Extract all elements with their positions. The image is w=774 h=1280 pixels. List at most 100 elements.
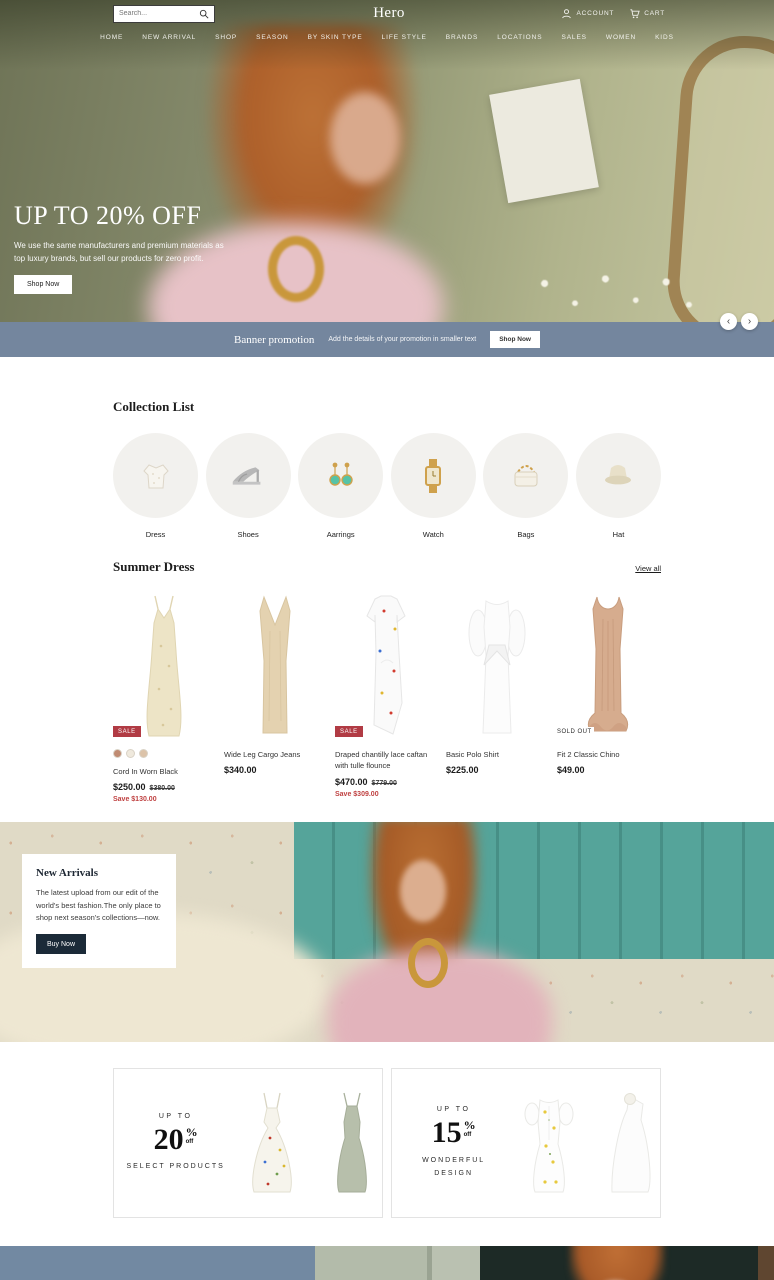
collection-item-hat[interactable]: Hat (576, 433, 661, 539)
hero-shop-now-button[interactable]: Shop Now (14, 275, 72, 294)
collection-item-dress[interactable]: Dress (113, 433, 198, 539)
cart-button[interactable]: CART (629, 8, 665, 19)
product-card-fit-2-classic-chino[interactable]: SOLD OUT Fit 2 Classic Chino $49.00 (557, 585, 659, 803)
up-to-label: UP TO (392, 1106, 515, 1113)
view-all-link[interactable]: View all (635, 564, 661, 573)
cart-label: CART (644, 10, 665, 17)
nav-item-season[interactable]: SEASON (256, 34, 289, 41)
heel-sandal-icon (227, 456, 269, 496)
discount-figure: 20 % off (114, 1126, 237, 1155)
product-title[interactable]: Cord In Worn Black (113, 766, 215, 777)
buy-now-button[interactable]: Buy Now (36, 934, 86, 954)
hero-carousel-controls: ‹ › (720, 313, 758, 330)
product-title[interactable]: Basic Polo Shirt (446, 749, 548, 760)
nav-item-shop[interactable]: SHOP (215, 34, 237, 41)
promo-card-images (237, 1088, 382, 1198)
compare-at-price: $779.00 (372, 780, 397, 787)
price-row: $225.00 (446, 765, 548, 775)
product-grid: SALE Cord In Worn Black $250.00 $380.00 … (113, 585, 661, 803)
carousel-next-button[interactable]: › (741, 313, 758, 330)
sale-badge: SALE (113, 726, 141, 737)
search-input[interactable] (119, 10, 199, 17)
swatch-row (113, 749, 215, 758)
cart-icon (629, 8, 640, 19)
account-button[interactable]: ACCOUNT (561, 8, 614, 19)
product-image[interactable] (224, 585, 326, 741)
product-image[interactable]: SALE (113, 585, 215, 741)
product-image[interactable]: SOLD OUT (557, 585, 659, 741)
nav-item-new-arrival[interactable]: NEW ARRIVAL (142, 34, 196, 41)
color-swatch[interactable] (139, 749, 148, 758)
percent-value: 15 (432, 1119, 462, 1148)
white-gown-image (600, 1088, 658, 1198)
collection-item-bags[interactable]: Bags (483, 433, 568, 539)
product-image[interactable] (446, 585, 548, 741)
account-label: ACCOUNT (576, 10, 614, 17)
collection-item-shoes[interactable]: Shoes (206, 433, 291, 539)
teal-headboard (294, 822, 774, 958)
summer-dress-title: Summer Dress (113, 559, 195, 575)
collection-item-watch[interactable]: Watch (391, 433, 476, 539)
chevron-right-icon: › (748, 317, 751, 327)
search-icon[interactable] (199, 9, 209, 19)
search-box[interactable] (113, 5, 215, 23)
nav-item-locations[interactable]: LOCATIONS (497, 34, 542, 41)
new-arrivals-section: New Arrivals The latest upload from our … (0, 822, 774, 1042)
promo-card-caption: SELECT PRODUCTS (114, 1161, 237, 1174)
section-header: Summer Dress View all (113, 559, 661, 575)
collection-item-aarrings[interactable]: Aarrings (298, 433, 383, 539)
nav-item-women[interactable]: WOMEN (606, 34, 636, 41)
site-logo[interactable]: Hero (373, 5, 405, 22)
hero-title: UP TO 20% OFF (14, 201, 246, 231)
blouse-icon (136, 456, 176, 496)
collection-label: Watch (391, 530, 476, 539)
product-card-draped-chantilly-caftan[interactable]: SALE Draped chantilly lace caftan with t… (335, 585, 437, 803)
collection-label: Aarrings (298, 530, 383, 539)
nav-item-brands[interactable]: BRANDS (446, 34, 479, 41)
promo-card-wonderful-design[interactable]: UP TO 15 % off WONDERFUL DESIGN (391, 1068, 661, 1218)
color-swatch[interactable] (126, 749, 135, 758)
hero-copy: UP TO 20% OFF We use the same manufactur… (14, 201, 246, 294)
product-title[interactable]: Fit 2 Classic Chino (557, 749, 659, 760)
product-card-basic-polo-shirt[interactable]: Basic Polo Shirt $225.00 (446, 585, 548, 803)
discount-figure: 15 % off (392, 1119, 515, 1148)
product-image[interactable]: SALE (335, 585, 437, 741)
promo-strip-shop-now-button[interactable]: Shop Now (490, 331, 540, 348)
product-price: $49.00 (557, 765, 585, 775)
nav-item-life-style[interactable]: LIFE STYLE (382, 34, 427, 41)
nav-item-home[interactable]: HOME (100, 34, 123, 41)
collection-thumb (206, 433, 291, 518)
nav-item-sales[interactable]: SALES (561, 34, 586, 41)
summer-dress-section: Summer Dress View all SALE (113, 539, 661, 803)
gold-necklace (268, 236, 324, 302)
compare-at-price: $380.00 (150, 785, 175, 792)
nav-item-by-skin-type[interactable]: BY SKIN TYPE (308, 34, 363, 41)
product-price: $340.00 (224, 765, 257, 775)
promo-cards-row: UP TO 20 % off SELECT PRODUCTS (113, 1068, 661, 1218)
save-amount: Save $309.00 (335, 791, 379, 798)
up-to-label: UP TO (114, 1113, 237, 1120)
carousel-prev-button[interactable]: ‹ (720, 313, 737, 330)
model-face (400, 860, 446, 922)
bucket-hat-icon (598, 456, 638, 496)
collection-label: Dress (113, 530, 198, 539)
storefront-page: Hero ACCOUNT CART (0, 0, 774, 1280)
product-title[interactable]: Draped chantilly lace caftan with tulle … (335, 749, 437, 772)
product-title[interactable]: Wide Leg Cargo Jeans (224, 749, 326, 760)
top-header: Hero ACCOUNT CART (113, 0, 665, 27)
off-label: off (186, 1139, 194, 1145)
off-label: off (464, 1132, 472, 1138)
product-card-cord-in-worn-black[interactable]: SALE Cord In Worn Black $250.00 $380.00 … (113, 585, 215, 803)
main-navigation: HOME NEW ARRIVAL SHOP SEASON BY SKIN TYP… (0, 27, 774, 48)
promo-card-select-products[interactable]: UP TO 20 % off SELECT PRODUCTS (113, 1068, 383, 1218)
portrait-image (480, 1246, 758, 1280)
new-arrivals-title: New Arrivals (36, 867, 162, 879)
floral-midi-dress-image (240, 1088, 304, 1198)
nav-item-kids[interactable]: KIDS (655, 34, 674, 41)
percent-value: 20 (154, 1126, 184, 1155)
header-actions: ACCOUNT CART (561, 8, 665, 19)
product-card-wide-leg-cargo-jeans[interactable]: Wide Leg Cargo Jeans $340.00 (224, 585, 326, 803)
promo-strip: Banner promotion Add the details of your… (0, 322, 774, 357)
color-swatch[interactable] (113, 749, 122, 758)
new-arrivals-card: New Arrivals The latest upload from our … (22, 854, 176, 968)
